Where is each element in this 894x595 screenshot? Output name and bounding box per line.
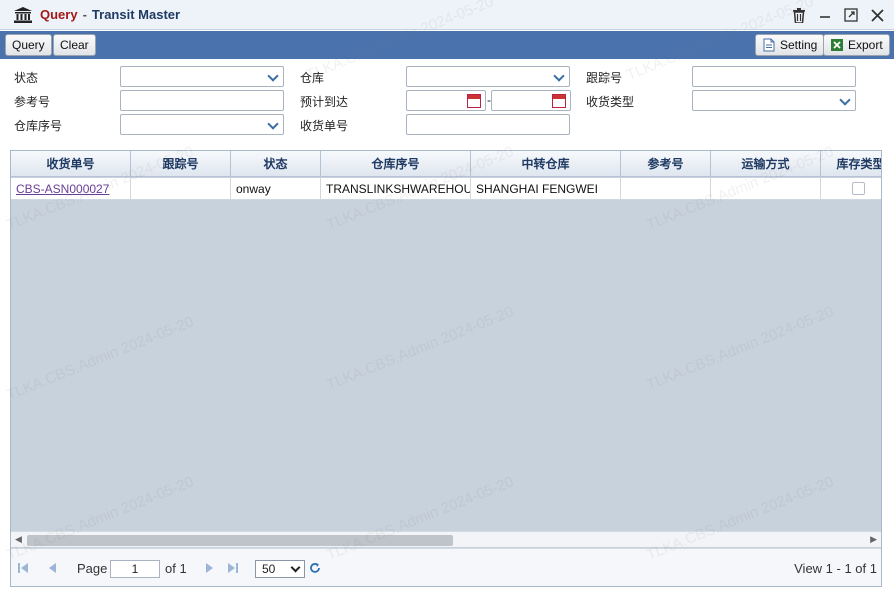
tracking-label: 跟踪号: [586, 71, 623, 85]
refresh-icon[interactable]: [309, 562, 321, 574]
calendar-icon[interactable]: [552, 94, 566, 108]
page-number-input[interactable]: 1: [110, 560, 160, 578]
reference-cell: [621, 178, 711, 200]
clear-button-label: Clear: [60, 38, 89, 52]
column-header[interactable]: 仓库序号: [321, 151, 471, 177]
close-icon[interactable]: [868, 6, 886, 24]
column-header[interactable]: 收货单号: [11, 151, 131, 177]
column-header[interactable]: 参考号: [621, 151, 711, 177]
title-bar: Query - Transit Master: [0, 0, 894, 30]
receipt-no-cell[interactable]: CBS-ASN000027: [11, 178, 131, 200]
prev-page-icon[interactable]: [47, 562, 59, 574]
setting-button[interactable]: Setting: [755, 34, 825, 56]
excel-icon: [831, 39, 843, 51]
transport-cell: [711, 178, 821, 200]
table-row[interactable]: CBS-ASN000027 onway TRANSLINKSHWAREHOUSE…: [11, 178, 881, 200]
warehouse-select[interactable]: [406, 66, 570, 87]
receipt-type-label: 收货类型: [586, 95, 635, 109]
page-count: of 1: [165, 561, 187, 576]
page-size-select[interactable]: 50: [255, 560, 305, 578]
title-name: Transit Master: [91, 7, 181, 22]
column-header[interactable]: 运输方式: [711, 151, 821, 177]
receipt-type-select[interactable]: [692, 90, 856, 111]
first-page-icon[interactable]: [17, 562, 29, 574]
last-page-icon[interactable]: [227, 562, 239, 574]
column-header[interactable]: 库存类型: [821, 151, 881, 177]
column-header[interactable]: 跟踪号: [131, 151, 231, 177]
query-button[interactable]: Query: [5, 34, 52, 56]
minimize-icon[interactable]: [816, 6, 834, 24]
receipt-no-link[interactable]: CBS-ASN000027: [16, 182, 109, 196]
tracking-input[interactable]: [692, 66, 856, 87]
stock-type-checkbox[interactable]: [852, 182, 865, 195]
next-page-icon[interactable]: [203, 562, 215, 574]
column-header[interactable]: 中转仓库: [471, 151, 621, 177]
setting-button-label: Setting: [780, 38, 818, 52]
status-cell: onway: [231, 178, 321, 200]
title-prefix: Query: [40, 7, 78, 22]
transit-warehouse-cell: SHANGHAI FENGWEI: [471, 178, 621, 200]
maximize-icon[interactable]: [842, 6, 860, 24]
trash-icon[interactable]: [790, 6, 808, 24]
receipt-no-label: 收货单号: [300, 119, 349, 133]
receipt-no-input[interactable]: [406, 114, 570, 135]
settings-document-icon: [763, 38, 775, 52]
pager: Page 1 of 1 50 View 1 - 1 of 1: [11, 548, 881, 586]
window-title: Query - Transit Master: [40, 7, 180, 22]
reference-label: 参考号: [14, 95, 51, 109]
warehouse-seq-select[interactable]: [120, 114, 284, 135]
data-grid: 收货单号 跟踪号 状态 仓库序号 中转仓库 参考号 运输方式 库存类型 CBS-…: [10, 150, 882, 587]
bank-icon: [14, 7, 32, 23]
status-label: 状态: [14, 71, 39, 85]
export-button[interactable]: Export: [823, 34, 890, 56]
view-records-text: View 1 - 1 of 1: [794, 561, 877, 576]
scroll-right-icon[interactable]: ▶: [870, 534, 877, 545]
warehouse-label: 仓库: [300, 71, 325, 85]
export-button-label: Export: [848, 38, 883, 52]
grid-header: 收货单号 跟踪号 状态 仓库序号 中转仓库 参考号 运输方式 库存类型: [11, 151, 881, 177]
column-header[interactable]: 状态: [231, 151, 321, 177]
scrollbar-thumb[interactable]: [27, 535, 453, 546]
reference-input[interactable]: [120, 90, 284, 111]
tracking-cell: [131, 178, 231, 200]
eta-to-input[interactable]: [491, 90, 571, 111]
warehouse-seq-label: 仓库序号: [14, 119, 63, 133]
toolbar: Query Clear Setting Export: [0, 31, 894, 59]
query-button-label: Query: [12, 38, 45, 52]
eta-from-input[interactable]: [406, 90, 486, 111]
title-separator: -: [82, 7, 87, 22]
horizontal-scrollbar[interactable]: ◀ ▶: [11, 531, 881, 547]
scroll-left-icon[interactable]: ◀: [15, 534, 22, 545]
status-select[interactable]: [120, 66, 284, 87]
stock-type-cell: [821, 178, 881, 200]
clear-button[interactable]: Clear: [53, 34, 96, 56]
calendar-icon[interactable]: [467, 94, 481, 108]
warehouse-seq-cell: TRANSLINKSHWAREHOUSE: [321, 178, 471, 200]
eta-label: 预计到达: [300, 95, 349, 109]
page-label: Page: [77, 561, 108, 576]
